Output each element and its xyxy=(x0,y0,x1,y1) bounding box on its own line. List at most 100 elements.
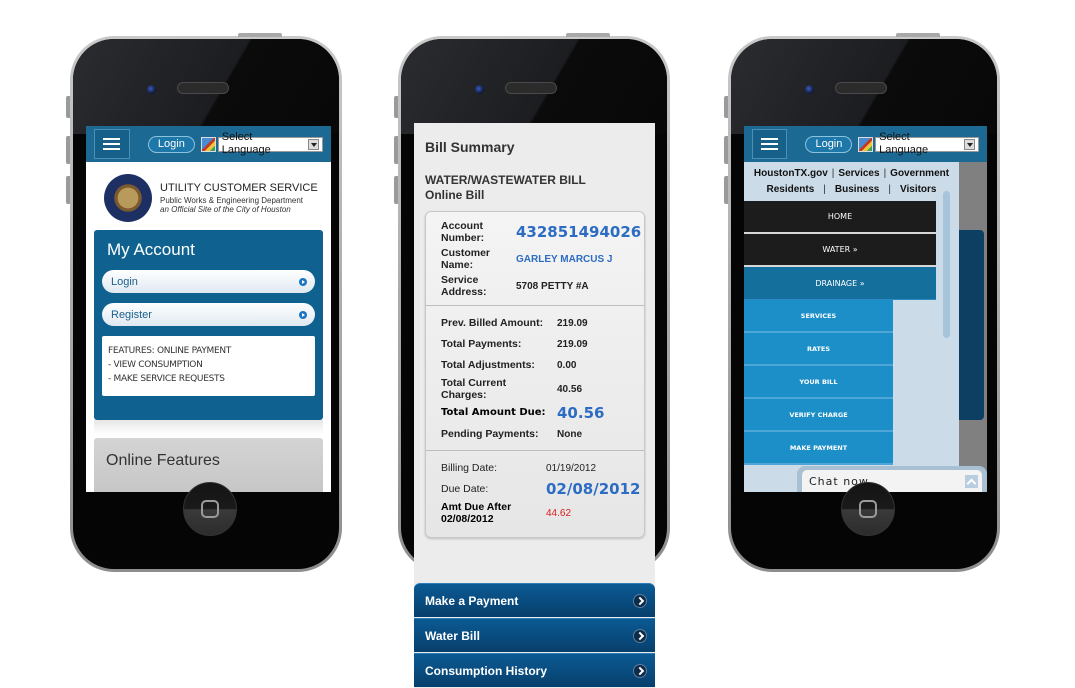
home-button xyxy=(183,482,237,536)
language-select-label: Select Language xyxy=(221,131,271,156)
chevron-up-icon[interactable] xyxy=(965,474,978,488)
customer-name-row: Customer Name: GARLEY MARCUS J xyxy=(426,247,644,271)
total-amount-due-row: Total Amount Due: 40.56 xyxy=(426,404,644,422)
city-seal-logo xyxy=(104,174,152,222)
phone-frame-3: Login Select Language HoustonTX.gov | Serv… xyxy=(724,33,1000,572)
home-button xyxy=(841,482,895,536)
google-translate-icon xyxy=(858,136,874,152)
language-select-label: Select Language xyxy=(879,131,929,156)
submenu-item-rates[interactable]: RATES xyxy=(744,333,893,366)
pending-payments-row: Pending Payments: None xyxy=(426,425,644,443)
dropdown-arrow-icon xyxy=(308,138,319,150)
header-login-button[interactable]: Login xyxy=(805,135,853,153)
phone-frame-1: Login Select Language UTILITY CUSTOMER S… xyxy=(66,33,342,572)
total-adjustments-row: Total Adjustments: 0.00 xyxy=(426,356,644,374)
account-number-label: Account Number: xyxy=(441,220,485,244)
link-government[interactable]: Government xyxy=(890,168,949,179)
menu-scrollbar[interactable] xyxy=(943,191,950,338)
pending-payments-label: Pending Payments: xyxy=(441,428,539,440)
site-title: UTILITY CUSTOMER SERVICE xyxy=(160,182,318,194)
page-background-panel xyxy=(959,230,984,420)
current-charges-label: Total Current Charges: xyxy=(441,377,507,401)
volume-up-button xyxy=(394,136,398,164)
login-button-label: Login xyxy=(111,275,138,288)
total-payments-row: Total Payments: 219.09 xyxy=(426,335,644,353)
account-number-row: Account Number: 432851494026 xyxy=(426,220,644,244)
volume-down-button xyxy=(66,176,70,204)
camera-icon xyxy=(805,85,814,94)
bill-actions-list: Make a Payment Water Bill Consumption Hi… xyxy=(414,583,655,688)
pending-payments-value: None xyxy=(557,428,582,440)
menu-item-home[interactable]: HOME xyxy=(744,201,936,234)
prev-billed-value: 219.09 xyxy=(557,317,588,329)
total-adjustments-label: Total Adjustments: xyxy=(441,359,535,371)
chevron-right-icon xyxy=(633,663,647,678)
department-name: Public Works & Engineering Department xyxy=(160,196,304,205)
bill-summary-title: Bill Summary xyxy=(425,139,515,155)
speaker-grille xyxy=(505,82,557,94)
screen-home: Login Select Language UTILITY CUSTOMER S… xyxy=(86,126,331,492)
dropdown-arrow-icon xyxy=(964,138,975,150)
official-site-tagline: an Official Site of the City of Houston xyxy=(160,205,291,214)
submenu-item-your-bill[interactable]: YOUR BILL xyxy=(744,366,893,399)
chevron-right-icon xyxy=(633,628,647,643)
bill-type: WATER/WASTEWATER BILL Online Bill xyxy=(425,173,655,203)
account-info-section: Account Number: 432851494026 Customer Na… xyxy=(426,212,644,306)
language-picker[interactable]: Select Language xyxy=(858,131,979,156)
billing-date-value: 01/19/2012 xyxy=(546,462,597,474)
make-payment-label: Make a Payment xyxy=(425,593,519,608)
dates-section: Billing Date: 01/19/2012 Due Date: 02/08… xyxy=(426,451,644,537)
language-picker[interactable]: Select Language xyxy=(200,131,323,156)
speaker-grille xyxy=(835,82,887,94)
header-login-button[interactable]: Login xyxy=(147,135,195,153)
chat-widget[interactable]: Chat now xyxy=(797,466,987,492)
link-houstontx[interactable]: HoustonTX.gov xyxy=(754,168,828,179)
amount-after-due-value: 44.62 xyxy=(546,507,572,519)
camera-icon xyxy=(147,85,156,94)
panel-shadow xyxy=(94,420,323,434)
register-button[interactable]: Register xyxy=(102,303,315,326)
service-address-value: 5708 PETTY #A xyxy=(516,280,589,292)
top-bar: Login Select Language xyxy=(744,126,987,162)
account-number-value: 432851494026 xyxy=(516,223,642,241)
submenu-item-make-payment[interactable]: MAKE PAYMENT xyxy=(744,432,893,465)
volume-up-button xyxy=(66,136,70,164)
volume-down-button xyxy=(724,176,728,204)
language-select[interactable]: Select Language xyxy=(217,131,323,156)
make-payment-button[interactable]: Make a Payment xyxy=(414,583,655,617)
submenu-item-services[interactable]: SERVICES xyxy=(744,300,893,333)
link-services[interactable]: Services xyxy=(838,168,879,179)
due-date-value: 02/08/2012 xyxy=(546,480,641,498)
consumption-history-button[interactable]: Consumption History xyxy=(414,653,655,687)
current-charges-value: 40.56 xyxy=(557,383,583,395)
billing-date-label: Billing Date: xyxy=(441,462,498,474)
hamburger-menu-icon[interactable] xyxy=(94,129,130,159)
features-box: FEATURES: ONLINE PAYMENT - VIEW CONSUMPT… xyxy=(102,336,315,396)
submenu-item-verify-charge[interactable]: VERIFY CHARGE xyxy=(744,399,893,432)
login-button[interactable]: Login xyxy=(102,270,315,293)
register-button-label: Register xyxy=(111,308,152,321)
navigation-menu: HoustonTX.gov | Services | Government Reside… xyxy=(744,162,959,492)
menu-item-drainage[interactable]: DRAINAGE » xyxy=(744,267,936,300)
hamburger-menu-icon[interactable] xyxy=(752,129,788,159)
billing-date-row: Billing Date: 01/19/2012 xyxy=(426,459,644,477)
amounts-section: Prev. Billed Amount: 219.09 Total Paymen… xyxy=(426,306,644,451)
google-translate-icon xyxy=(200,136,216,152)
chat-now-bar[interactable]: Chat now xyxy=(802,470,982,492)
menu-item-water[interactable]: WATER » xyxy=(744,234,936,267)
prev-billed-label: Prev. Billed Amount: xyxy=(441,317,544,329)
link-residents[interactable]: Residents xyxy=(767,184,815,195)
water-bill-button[interactable]: Water Bill xyxy=(414,618,655,652)
customer-name-value: GARLEY MARCUS J xyxy=(516,253,613,265)
link-visitors[interactable]: Visitors xyxy=(900,184,937,195)
prev-billed-row: Prev. Billed Amount: 219.09 xyxy=(426,314,644,332)
mute-switch xyxy=(724,96,728,118)
phone-body: Login Select Language HoustonTX.gov | Serv… xyxy=(731,39,997,569)
bill-subtype-label: Online Bill xyxy=(425,188,485,202)
link-business[interactable]: Business xyxy=(835,184,879,195)
language-select[interactable]: Select Language xyxy=(875,131,979,156)
feature-line: - MAKE SERVICE REQUESTS xyxy=(108,374,225,384)
power-button xyxy=(896,33,940,37)
site-branding: UTILITY CUSTOMER SERVICE Public Works & … xyxy=(86,162,331,226)
arrow-circle-icon xyxy=(299,310,307,319)
